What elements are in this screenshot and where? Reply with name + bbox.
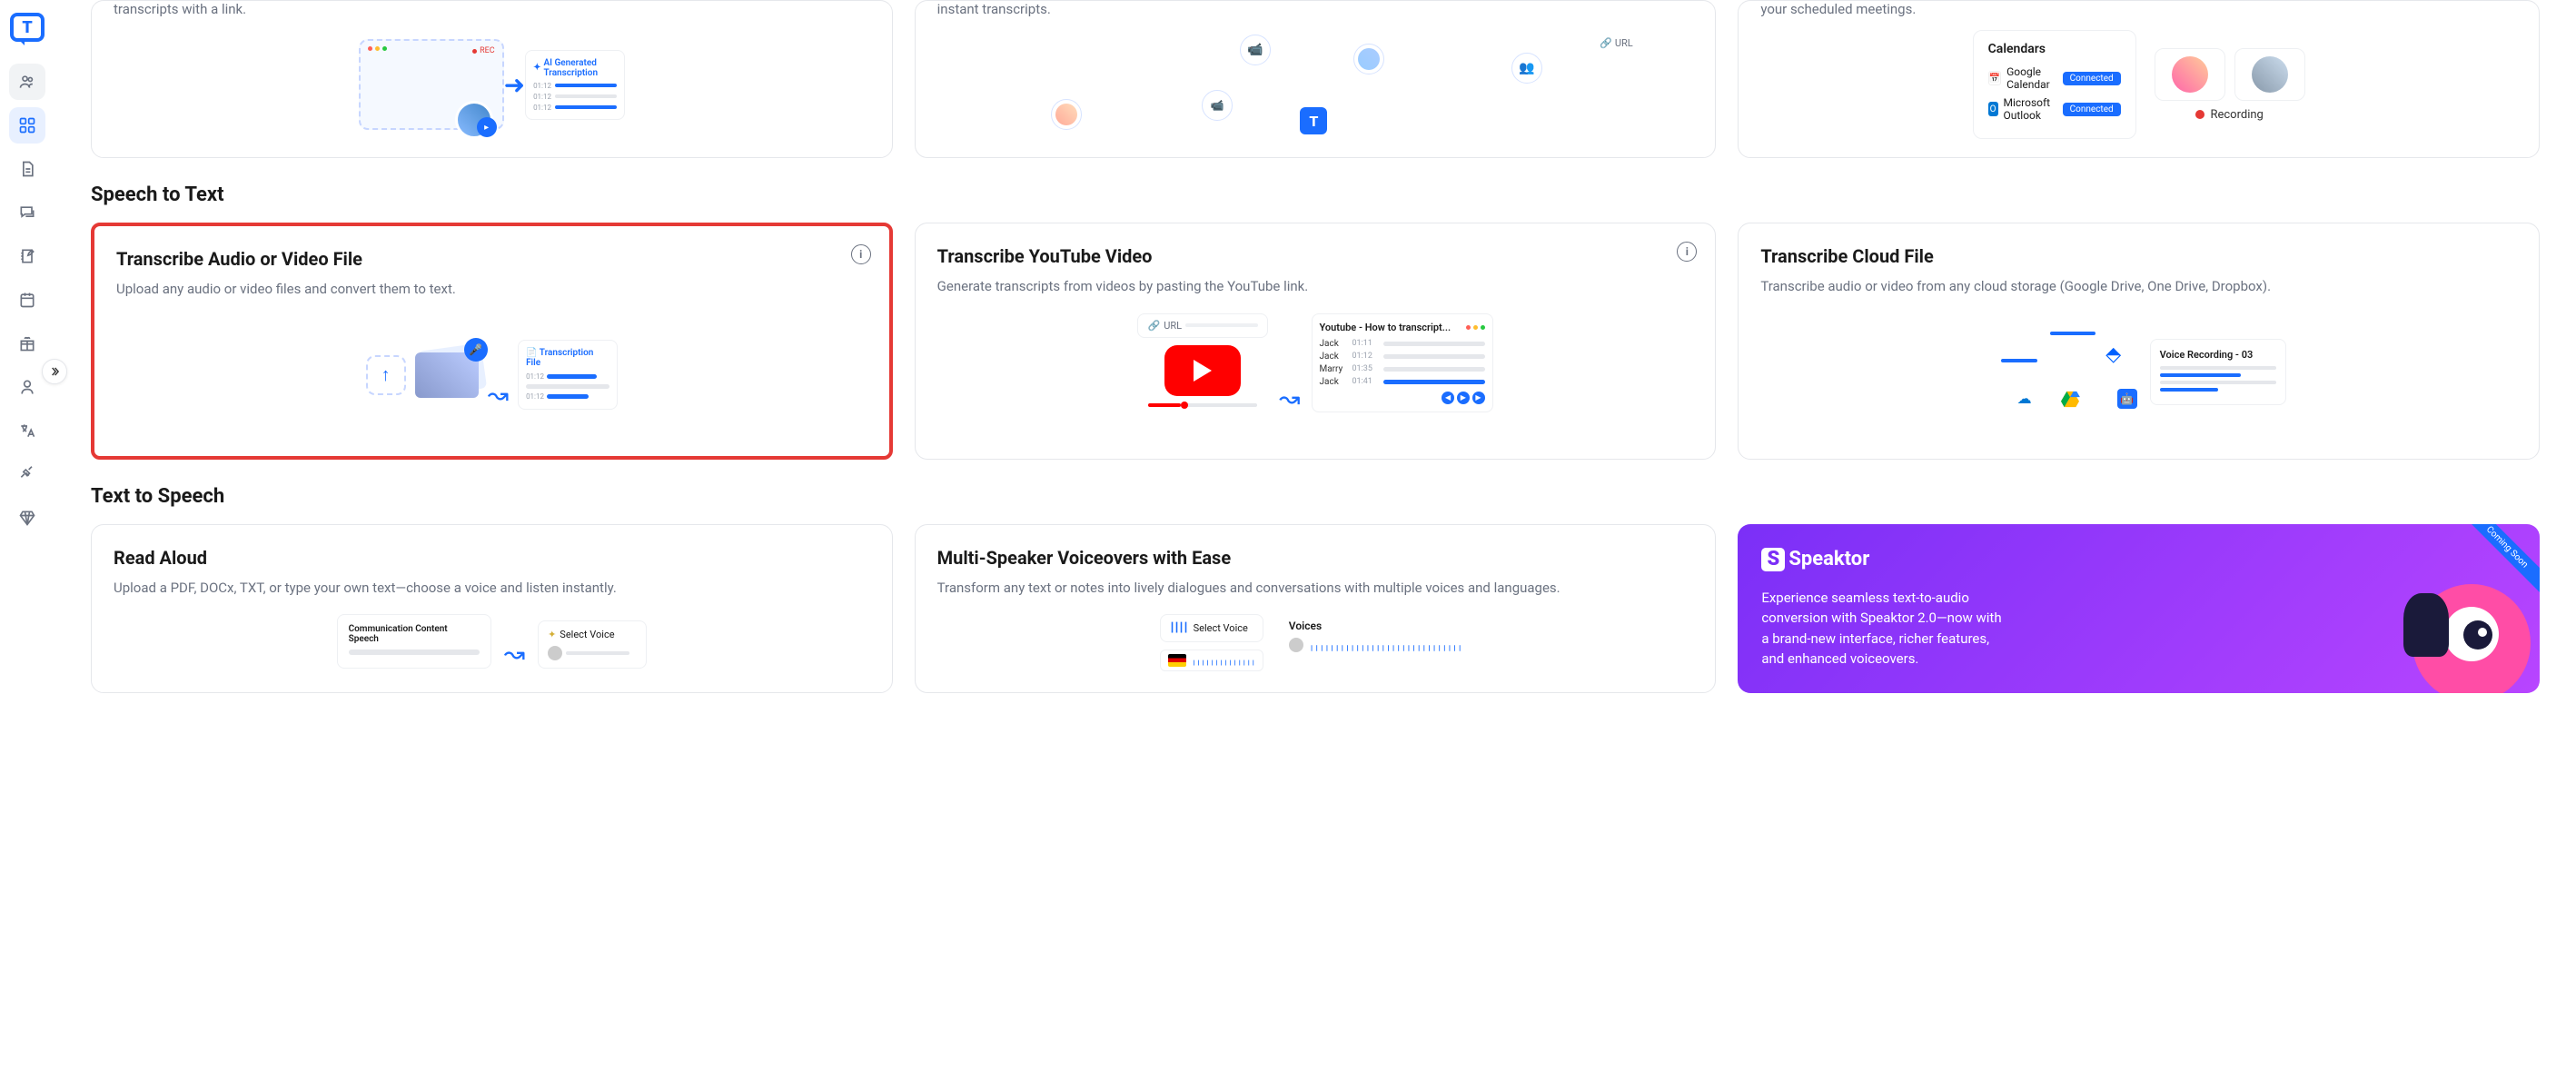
- nav-people[interactable]: [9, 64, 45, 100]
- play-icon: ▶: [1457, 392, 1470, 404]
- nav-chat[interactable]: [9, 194, 45, 231]
- sidebar-expand-button[interactable]: [42, 359, 67, 384]
- top-card-2-desc: instant transcripts.: [937, 1, 1694, 17]
- comm-title: Communication Content Speech: [349, 624, 480, 644]
- top-card-1[interactable]: transcripts with a link. REC ▸ ➜ ✦AI Gen…: [91, 0, 893, 158]
- transkriptor-logo-icon: T: [1300, 107, 1327, 134]
- speaktor-mascot: [2385, 557, 2531, 693]
- card-illustration: 🔗URL ↝ Youtube - How to transcript... Ja…: [937, 313, 1694, 431]
- recording-label: Recording: [2210, 108, 2263, 122]
- outlook-label: Microsoft Outlook: [2004, 96, 2063, 122]
- top-card-2[interactable]: instant transcripts. 📹 👥 📹 T 🔗URL: [915, 0, 1717, 158]
- select-voice-label: Select Voice: [560, 629, 614, 640]
- camera-icon: ▸: [477, 117, 497, 137]
- nav-calendar[interactable]: [9, 282, 45, 318]
- sparkle-icon: ✦: [533, 63, 540, 73]
- calendars-title: Calendars: [1988, 42, 2121, 56]
- url-label: URL: [1615, 37, 1633, 49]
- wave-icon: ╷╷╷╷╷╷╷╷╷╷╷╷╷╷╷╷╷╷╷╷╷╷╷╷╷╷╷╷╷╷: [1309, 640, 1462, 651]
- app-logo: T: [8, 11, 46, 49]
- nav-notes[interactable]: [9, 238, 45, 274]
- voice-avatar: [1289, 638, 1303, 652]
- nav-translate[interactable]: [9, 412, 45, 449]
- connected-badge: Connected: [2063, 72, 2121, 85]
- arrow-icon: ↝: [504, 639, 525, 669]
- avatar-2: [2252, 56, 2288, 93]
- flag-de-icon: [1168, 654, 1186, 667]
- info-icon[interactable]: i: [1677, 242, 1697, 262]
- top-card-2-illustration: 📹 👥 📹 T 🔗URL: [937, 30, 1694, 139]
- connected-badge-2: Connected: [2063, 103, 2121, 116]
- card-read-aloud[interactable]: Read Aloud Upload a PDF, DOCx, TXT, or t…: [91, 524, 893, 693]
- wave-icon: ╷╷╷╷╷╷╷╷╷╷╷╷╷╷: [1192, 656, 1255, 666]
- speaktor-text: Experience seamless text-to-audio conver…: [1761, 588, 2006, 669]
- select-voice-label: Select Voice: [1194, 622, 1248, 634]
- record-title: Voice Recording - 03: [2160, 349, 2276, 361]
- voices-label: Voices: [1289, 620, 1462, 632]
- card-multi-speaker[interactable]: Multi-Speaker Voiceovers with Ease Trans…: [915, 524, 1717, 693]
- section-speech-to-text-title: Speech to Text: [91, 183, 2540, 206]
- youtube-play-icon: [1164, 345, 1241, 396]
- svg-text:T: T: [22, 18, 33, 37]
- card-desc: Upload a PDF, DOCx, TXT, or type your ow…: [114, 578, 870, 599]
- url-label: URL: [1164, 320, 1182, 332]
- arrow-icon: ↝: [488, 380, 509, 410]
- ai-label: AI Generated Transcription: [543, 58, 617, 78]
- avatar-1: [2172, 56, 2208, 93]
- arrow-icon: ↝: [1279, 383, 1300, 413]
- card-title: Transcribe YouTube Video: [937, 245, 1694, 267]
- top-card-3[interactable]: your scheduled meetings. Calendars 📅Goog…: [1738, 0, 2540, 158]
- nav-diamond[interactable]: [9, 500, 45, 536]
- sidebar: T: [0, 0, 54, 1081]
- card-title: Read Aloud: [114, 547, 870, 569]
- wave-icon: ┃┃┃┃: [1170, 623, 1188, 633]
- prev-icon: ◀: [1442, 392, 1454, 404]
- card-desc: Transcribe audio or video from any cloud…: [1760, 276, 2517, 297]
- nav-gift[interactable]: [9, 325, 45, 362]
- recording-dot-icon: [2195, 110, 2204, 119]
- card-illustration: ⬘ ☁ 🤖 Voice Recording - 03: [1760, 313, 2517, 431]
- panel-title: Youtube - How to transcript...: [1320, 322, 1451, 333]
- card-transcribe-file[interactable]: i Transcribe Audio or Video File Upload …: [91, 223, 893, 460]
- card-illustration: ↑ 🎤 ↝ 📄 Transcription File 01:12 01:12: [116, 316, 867, 434]
- sparkle-icon: ✦: [548, 629, 556, 640]
- card-desc: Upload any audio or video files and conv…: [116, 279, 867, 300]
- nav-plugin[interactable]: [9, 456, 45, 492]
- bot-icon: 🤖: [2117, 389, 2137, 409]
- nav-profile[interactable]: [9, 369, 45, 405]
- card-transcribe-cloud[interactable]: Transcribe Cloud File Transcribe audio o…: [1738, 223, 2540, 460]
- card-title: Multi-Speaker Voiceovers with Ease: [937, 547, 1694, 569]
- dropbox-icon: ⬘: [2099, 341, 2128, 370]
- link-icon: 🔗: [1600, 37, 1612, 49]
- card-illustration: Communication Content Speech ↝ ✦ Select V…: [114, 614, 870, 669]
- main-content: transcripts with a link. REC ▸ ➜ ✦AI Gen…: [54, 0, 2576, 1081]
- card-desc: Generate transcripts from videos by past…: [937, 276, 1694, 297]
- card-speaktor-promo[interactable]: Coming Soon SSpeaktor Experience seamles…: [1738, 524, 2540, 693]
- top-card-3-desc: your scheduled meetings.: [1760, 1, 2517, 17]
- section-text-to-speech-title: Text to Speech: [91, 485, 2540, 508]
- voice-avatar: [548, 646, 562, 660]
- info-icon[interactable]: i: [851, 244, 871, 264]
- card-desc: Transform any text or notes into lively …: [937, 578, 1694, 599]
- nav-dashboard[interactable]: [9, 107, 45, 144]
- card-title: Transcribe Audio or Video File: [116, 248, 867, 270]
- onedrive-icon: ☁: [2010, 384, 2039, 413]
- top-card-1-illustration: REC ▸ ➜ ✦AI Generated Transcription 01:1…: [114, 30, 870, 139]
- file-icon: 📄: [526, 348, 537, 358]
- mic-icon: 🎤: [464, 338, 488, 362]
- next-icon: ▶: [1472, 392, 1485, 404]
- top-card-3-illustration: Calendars 📅Google CalendarConnected OMic…: [1760, 30, 2517, 139]
- card-title: Transcribe Cloud File: [1760, 245, 2517, 267]
- card-transcribe-youtube[interactable]: i Transcribe YouTube Video Generate tran…: [915, 223, 1717, 460]
- nav-document[interactable]: [9, 151, 45, 187]
- gdrive-icon: [2056, 384, 2085, 413]
- top-card-1-desc: transcripts with a link.: [114, 1, 870, 17]
- arrow-icon: ➜: [504, 70, 525, 100]
- upload-icon: ↑: [366, 355, 406, 395]
- google-cal-label: Google Calendar: [2006, 65, 2063, 91]
- link-icon: 🔗: [1147, 320, 1160, 332]
- rec-label: REC: [480, 46, 495, 55]
- card-illustration: ┃┃┃┃ Select Voice ╷╷╷╷╷╷╷╷╷╷╷╷╷╷ Voices ╷…: [937, 614, 1694, 669]
